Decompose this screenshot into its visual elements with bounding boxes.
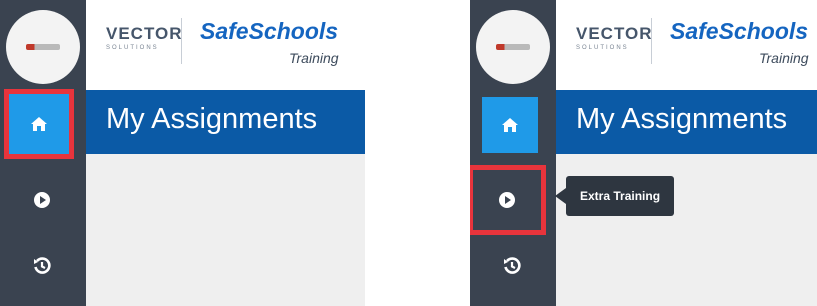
brand-subtitle: Training [289, 50, 339, 66]
brand-name: SafeSchools [670, 18, 809, 44]
page-title: My Assignments [106, 103, 318, 135]
nav-extra-training-button[interactable] [15, 176, 69, 224]
nav-home-button[interactable] [482, 97, 538, 153]
history-icon [503, 257, 521, 275]
title-bar: My Assignments [86, 90, 365, 154]
screenshot-panel-left: VECTOR SOLUTIONS SafeSchools Training My… [0, 0, 365, 306]
header: VECTOR SOLUTIONS SafeSchools Training [556, 0, 817, 90]
header-divider [181, 18, 182, 64]
sidebar [470, 0, 556, 306]
brand-name: SafeSchools [200, 18, 339, 44]
vector-solutions-logo: VECTOR SOLUTIONS [576, 24, 653, 51]
header: VECTOR SOLUTIONS SafeSchools Training [86, 0, 365, 90]
history-icon [33, 257, 51, 275]
play-circle-icon [33, 191, 51, 209]
vector-solutions-logo: VECTOR SOLUTIONS [106, 24, 183, 51]
extra-training-tooltip: Extra Training [566, 176, 675, 216]
page-title: My Assignments [576, 103, 788, 135]
avatar[interactable] [476, 10, 550, 84]
content-area [86, 154, 365, 306]
avatar[interactable] [6, 10, 80, 84]
nav-home-button[interactable] [4, 89, 74, 159]
title-bar: My Assignments [556, 90, 817, 154]
vector-logo-subtext: SOLUTIONS [576, 45, 629, 51]
vector-logo-text: VECTOR [576, 24, 653, 43]
nav-history-button[interactable] [15, 242, 69, 290]
tooltip-arrow [555, 188, 566, 204]
play-circle-icon [498, 191, 516, 209]
vector-logo-text: VECTOR [106, 24, 183, 43]
brand-subtitle: Training [759, 50, 809, 66]
screenshot-panel-right: VECTOR SOLUTIONS SafeSchools Training My… [470, 0, 817, 306]
nav-extra-training-button[interactable] [470, 165, 546, 235]
organization-logo [26, 44, 60, 50]
header-divider [651, 18, 652, 64]
nav-history-button[interactable] [485, 242, 539, 290]
home-icon [501, 117, 519, 133]
home-icon [30, 116, 48, 132]
organization-logo [496, 44, 530, 50]
vector-logo-subtext: SOLUTIONS [106, 45, 159, 51]
sidebar [0, 0, 86, 306]
